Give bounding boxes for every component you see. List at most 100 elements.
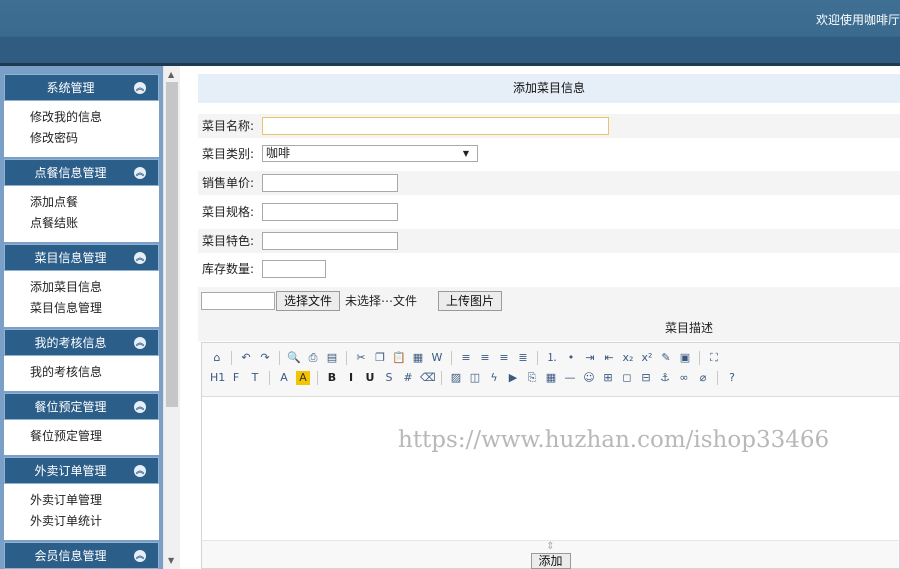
multi-image-icon[interactable]: ◫ (468, 371, 482, 385)
image-path-input[interactable] (201, 292, 275, 310)
resize-grip-icon[interactable]: ⇕ (202, 541, 899, 553)
feature-input[interactable] (262, 232, 398, 250)
menu-group-takeout: 外卖订单管理 ︽ 外卖订单管理 外卖订单统计 (4, 457, 159, 540)
underline-icon[interactable]: U (363, 371, 377, 385)
menu-item-add-order[interactable]: 添加点餐 (30, 192, 159, 213)
collapse-icon[interactable]: ︽ (134, 401, 146, 413)
menu-head-members[interactable]: 会员信息管理 ︽ (4, 542, 159, 569)
media-icon[interactable]: ▶ (506, 371, 520, 385)
menu-head-orders[interactable]: 点餐信息管理 ︽ (4, 159, 159, 186)
price-label: 销售单价: (202, 176, 255, 190)
menu-item-takeout-stats[interactable]: 外卖订单统计 (30, 511, 159, 532)
superscript-icon[interactable]: x² (640, 351, 654, 365)
unordered-list-icon[interactable]: • (564, 351, 578, 365)
justify-icon[interactable]: ≣ (516, 351, 530, 365)
stock-input[interactable] (262, 260, 326, 278)
toolbar-separator (269, 371, 270, 385)
menu-item-manage-dish[interactable]: 菜目信息管理 (30, 298, 159, 319)
scrollbar-thumb[interactable] (166, 82, 178, 407)
fullscreen-icon[interactable]: ⛶ (707, 351, 721, 365)
source-icon[interactable]: ⌂ (210, 351, 224, 365)
toolbar-separator (699, 351, 700, 365)
menu-item-takeout-manage[interactable]: 外卖订单管理 (30, 490, 159, 511)
menu-head-system[interactable]: 系统管理 ︽ (4, 74, 159, 101)
outdent-icon[interactable]: ⇤ (602, 351, 616, 365)
scroll-down-icon[interactable]: ▼ (168, 556, 174, 565)
paste-icon[interactable]: 📋 (392, 351, 406, 365)
no-file-text: 未选择⋯文件 (345, 294, 418, 308)
anchor-icon[interactable]: ⚓ (658, 371, 672, 385)
highlight-icon[interactable]: A (296, 371, 310, 385)
code-icon[interactable]: ◻ (620, 371, 634, 385)
map-icon[interactable]: ⊞ (601, 371, 615, 385)
menu-head-dishes[interactable]: 菜目信息管理 ︽ (4, 244, 159, 271)
italic-icon[interactable]: I (344, 371, 358, 385)
align-center-icon[interactable]: ≡ (478, 351, 492, 365)
print-icon[interactable]: ⎙ (306, 351, 320, 365)
collapse-icon[interactable]: ︽ (134, 465, 146, 477)
unlink-icon[interactable]: ⌀ (696, 371, 710, 385)
scroll-up-icon[interactable]: ▲ (168, 70, 174, 79)
menu-item-my-assessment[interactable]: 我的考核信息 (30, 362, 159, 383)
menu-head-label: 菜目信息管理 (34, 251, 107, 265)
menu-head-reservation[interactable]: 餐位预定管理 ︽ (4, 393, 159, 420)
font-family-icon[interactable]: F (229, 371, 243, 385)
line-height-icon[interactable]: # (401, 371, 415, 385)
flash-icon[interactable]: ϟ (487, 371, 501, 385)
help-icon[interactable]: ? (725, 371, 739, 385)
table-icon[interactable]: ▦ (544, 371, 558, 385)
collapse-icon[interactable]: ︽ (134, 252, 146, 264)
paste-text-icon[interactable]: ▦ (411, 351, 425, 365)
preview-icon[interactable]: 🔍 (287, 351, 301, 365)
emoticon-icon[interactable]: ☺ (582, 371, 596, 385)
strikethrough-icon[interactable]: S (382, 371, 396, 385)
dish-type-select[interactable]: 咖啡 ▼ (262, 145, 478, 162)
dish-name-input[interactable] (262, 117, 609, 135)
page-break-icon[interactable]: ⊟ (639, 371, 653, 385)
collapse-icon[interactable]: ︽ (134, 550, 146, 562)
align-left-icon[interactable]: ≡ (459, 351, 473, 365)
align-right-icon[interactable]: ≡ (497, 351, 511, 365)
collapse-icon[interactable]: ︽ (134, 82, 146, 94)
bold-icon[interactable]: B (325, 371, 339, 385)
link-icon[interactable]: ∞ (677, 371, 691, 385)
copy-icon[interactable]: ❐ (373, 351, 387, 365)
remove-format-icon[interactable]: ⌫ (420, 371, 436, 385)
upload-image-button[interactable]: 上传图片 (438, 291, 502, 311)
editor-resize-bar[interactable]: ⇕ 添加 (202, 540, 899, 569)
add-button[interactable]: 添加 (530, 553, 571, 569)
sidebar-scrollbar[interactable]: ▲ ▼ (163, 66, 180, 569)
editor-content-area[interactable]: https://www.huzhan.com/ishop33466 (202, 397, 899, 539)
menu-item-checkout[interactable]: 点餐结账 (30, 213, 159, 234)
menu-head-assessment[interactable]: 我的考核信息 ︽ (4, 329, 159, 356)
hr-icon[interactable]: — (563, 371, 577, 385)
menu-item-change-password[interactable]: 修改密码 (30, 128, 159, 149)
font-size-icon[interactable]: T (248, 371, 262, 385)
collapse-icon[interactable]: ︽ (134, 167, 146, 179)
toolbar-row-1: ⌂ ↶ ↷ 🔍 ⎙ ▤ ✂ ❐ 📋 ▦ W ≡ ≡ ≡ ≣ ⒈ • ⇥ ⇤ x₂ x² ✎ ▣ ⛶ (210, 348, 899, 368)
menu-head-takeout[interactable]: 外卖订单管理 ︽ (4, 457, 159, 484)
font-color-icon[interactable]: A (277, 371, 291, 385)
template-icon[interactable]: ▤ (325, 351, 339, 365)
feature-label: 菜目特色: (202, 234, 255, 248)
indent-icon[interactable]: ⇥ (583, 351, 597, 365)
choose-file-button[interactable]: 选择文件 (276, 291, 340, 311)
subscript-icon[interactable]: x₂ (621, 351, 635, 365)
redo-icon[interactable]: ↷ (258, 351, 272, 365)
cut-icon[interactable]: ✂ (354, 351, 368, 365)
clear-format-icon[interactable]: ✎ (659, 351, 673, 365)
price-input[interactable] (262, 174, 398, 192)
attachment-icon[interactable]: ⎘ (525, 371, 539, 385)
undo-icon[interactable]: ↶ (239, 351, 253, 365)
menu-item-add-dish[interactable]: 添加菜目信息 (30, 277, 159, 298)
ordered-list-icon[interactable]: ⒈ (545, 351, 559, 365)
menu-head-label: 我的考核信息 (34, 336, 107, 350)
image-icon[interactable]: ▨ (449, 371, 463, 385)
heading-icon[interactable]: H1 (210, 371, 225, 385)
paste-word-icon[interactable]: W (430, 351, 444, 365)
select-all-icon[interactable]: ▣ (678, 351, 692, 365)
menu-item-reservation[interactable]: 餐位预定管理 (30, 426, 159, 447)
menu-item-edit-my-info[interactable]: 修改我的信息 (30, 107, 159, 128)
collapse-icon[interactable]: ︽ (134, 337, 146, 349)
spec-input[interactable] (262, 203, 398, 221)
